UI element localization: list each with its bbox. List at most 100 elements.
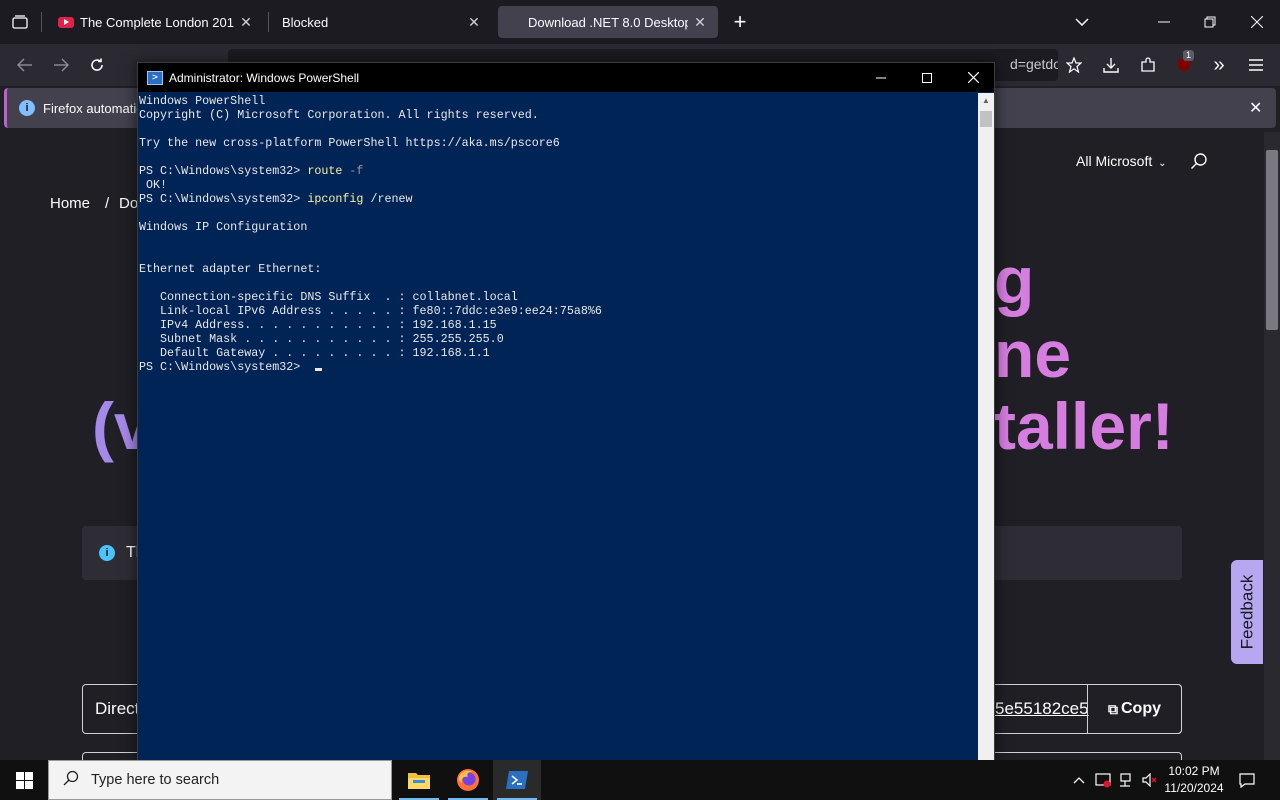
console-line: Default Gateway . . . . . . . . . : 192.… xyxy=(139,346,490,360)
checksum-value[interactable]: 5e55182ce5 xyxy=(995,699,1089,719)
tab-list-icon[interactable] xyxy=(6,10,34,34)
close-icon[interactable]: ✕ xyxy=(466,14,482,31)
download-icon[interactable] xyxy=(1099,53,1123,77)
feedback-button[interactable]: Feedback xyxy=(1231,560,1263,664)
tab-title: Download .NET 8.0 Desktop Ru xyxy=(528,14,688,30)
close-window-icon[interactable] xyxy=(1243,10,1271,34)
console-line: Connection-specific DNS Suffix . : colla… xyxy=(139,290,518,304)
console-scrollbar-thumb[interactable] xyxy=(980,111,992,127)
close-icon[interactable]: ✕ xyxy=(1249,98,1262,118)
console-line: Try the new cross-platform PowerShell ht… xyxy=(139,136,560,150)
chevron-up-icon[interactable] xyxy=(1070,760,1088,800)
powershell-window[interactable]: > Administrator: Windows PowerShell Wind… xyxy=(137,62,995,762)
console-output[interactable]: Windows PowerShell Copyright (C) Microso… xyxy=(138,93,978,761)
extensions-icon[interactable] xyxy=(1136,53,1160,77)
tab-london-2012[interactable]: The Complete London 2012 Op ✕ xyxy=(48,6,264,38)
notification-icon[interactable] xyxy=(1236,760,1258,800)
minimize-icon[interactable] xyxy=(1150,10,1178,34)
console-scrollbar[interactable]: ▲ xyxy=(978,93,994,761)
page-scrollbar-thumb[interactable] xyxy=(1266,150,1278,330)
tab-title: The Complete London 2012 Op xyxy=(80,14,234,30)
page-heading-line2: ne xyxy=(994,317,1072,391)
console-prompt: PS C:\Windows\system32> xyxy=(139,164,308,178)
security-tray-icon[interactable] xyxy=(1093,760,1113,800)
tab-title: Blocked xyxy=(282,14,329,30)
new-tab-icon[interactable]: + xyxy=(728,8,752,36)
ublock-icon[interactable]: 1 xyxy=(1172,50,1196,77)
menu-icon[interactable] xyxy=(1244,53,1268,77)
browser-tab-strip: The Complete London 2012 Op ✕ Blocked ✕ … xyxy=(0,0,1280,44)
page-heading-line1: g xyxy=(994,243,1035,317)
powershell-titlebar[interactable]: > Administrator: Windows PowerShell xyxy=(138,63,994,92)
window-title: Administrator: Windows PowerShell xyxy=(169,70,360,85)
windows-start-icon[interactable] xyxy=(0,760,48,800)
console-line: OK! xyxy=(139,178,168,192)
close-button[interactable] xyxy=(950,63,996,92)
scroll-up-icon[interactable]: ▲ xyxy=(978,93,994,109)
console-argument: -f xyxy=(342,164,364,178)
desktop-screen: The Complete London 2012 Op ✕ Blocked ✕ … xyxy=(0,0,1280,800)
restore-icon[interactable] xyxy=(1196,10,1224,34)
console-argument: /renew xyxy=(363,192,413,206)
powershell-icon: > xyxy=(147,70,163,85)
volume-icon[interactable] xyxy=(1140,760,1160,800)
search-icon xyxy=(63,770,79,791)
console-prompt: PS C:\Windows\system32> xyxy=(139,360,308,374)
info-icon: i xyxy=(99,545,115,561)
info-icon: i xyxy=(19,100,35,116)
firefox-icon[interactable] xyxy=(444,760,492,800)
breadcrumb-current[interactable]: Do xyxy=(119,195,138,212)
back-icon[interactable] xyxy=(12,52,38,78)
copy-button[interactable]: ⧉ Copy xyxy=(1087,684,1182,734)
console-line: Ethernet adapter Ethernet: xyxy=(139,262,322,276)
tab-blocked[interactable]: Blocked ✕ xyxy=(272,6,492,38)
forward-icon[interactable] xyxy=(48,52,74,78)
extension-badge: 1 xyxy=(1183,50,1195,61)
maximize-button[interactable] xyxy=(904,63,950,92)
taskbar-search-box[interactable]: Type here to search xyxy=(48,760,392,800)
console-line: IPv4 Address. . . . . . . . . . . : 192.… xyxy=(139,318,497,332)
overflow-icon[interactable]: » xyxy=(1207,53,1231,77)
network-icon[interactable] xyxy=(1117,760,1137,800)
page-scrollbar[interactable] xyxy=(1264,132,1280,760)
windows-taskbar: Type here to search 10:02 PM 11/20/2024 xyxy=(0,760,1280,800)
console-prompt: PS C:\Windows\system32> xyxy=(139,192,308,206)
console-line: Subnet Mask . . . . . . . . . . . : 255.… xyxy=(139,332,504,346)
file-explorer-icon[interactable] xyxy=(395,760,443,800)
tab-separator xyxy=(268,12,269,32)
console-command: route xyxy=(307,164,343,178)
clock-time: 10:02 PM xyxy=(1168,764,1220,778)
direct-link-label: Direct xyxy=(95,699,140,718)
bookmark-star-icon[interactable] xyxy=(1062,53,1086,77)
console-line: Copyright (C) Microsoft Corporation. All… xyxy=(139,108,539,122)
feedback-label: Feedback xyxy=(1237,574,1257,650)
all-microsoft-menu[interactable]: All Microsoft ⌄ xyxy=(1076,153,1167,169)
breadcrumb-home[interactable]: Home xyxy=(50,195,90,212)
close-icon[interactable]: ✕ xyxy=(238,14,254,31)
console-line: Windows PowerShell xyxy=(139,94,266,108)
tab-dotnet-download[interactable]: Download .NET 8.0 Desktop Ru ✕ xyxy=(498,6,718,38)
reload-icon[interactable] xyxy=(84,52,110,78)
system-clock[interactable]: 10:02 PM 11/20/2024 xyxy=(1160,763,1228,797)
notification-text: Firefox automatica xyxy=(43,100,150,116)
console-command: ipconfig xyxy=(307,192,364,206)
text-cursor xyxy=(315,368,323,371)
console-command-line: PS C:\Windows\system32> route -f xyxy=(139,164,978,178)
minimize-button[interactable] xyxy=(858,63,904,92)
chevron-down-icon[interactable] xyxy=(1070,10,1094,34)
copy-label: Copy xyxy=(1121,700,1161,717)
copy-icon: ⧉ xyxy=(1108,700,1118,717)
clock-date: 11/20/2024 xyxy=(1164,781,1224,795)
console-prompt-line[interactable]: PS C:\Windows\system32> xyxy=(139,360,978,374)
console-command-line: PS C:\Windows\system32> ipconfig /renew xyxy=(139,192,978,206)
search-icon[interactable] xyxy=(1190,152,1208,175)
console-line: Windows IP Configuration xyxy=(139,220,308,234)
close-icon[interactable]: ✕ xyxy=(692,14,708,31)
powershell-taskbar-icon[interactable] xyxy=(493,760,541,800)
all-microsoft-label: All Microsoft xyxy=(1076,153,1153,169)
url-text: d=getdot xyxy=(1010,56,1058,72)
